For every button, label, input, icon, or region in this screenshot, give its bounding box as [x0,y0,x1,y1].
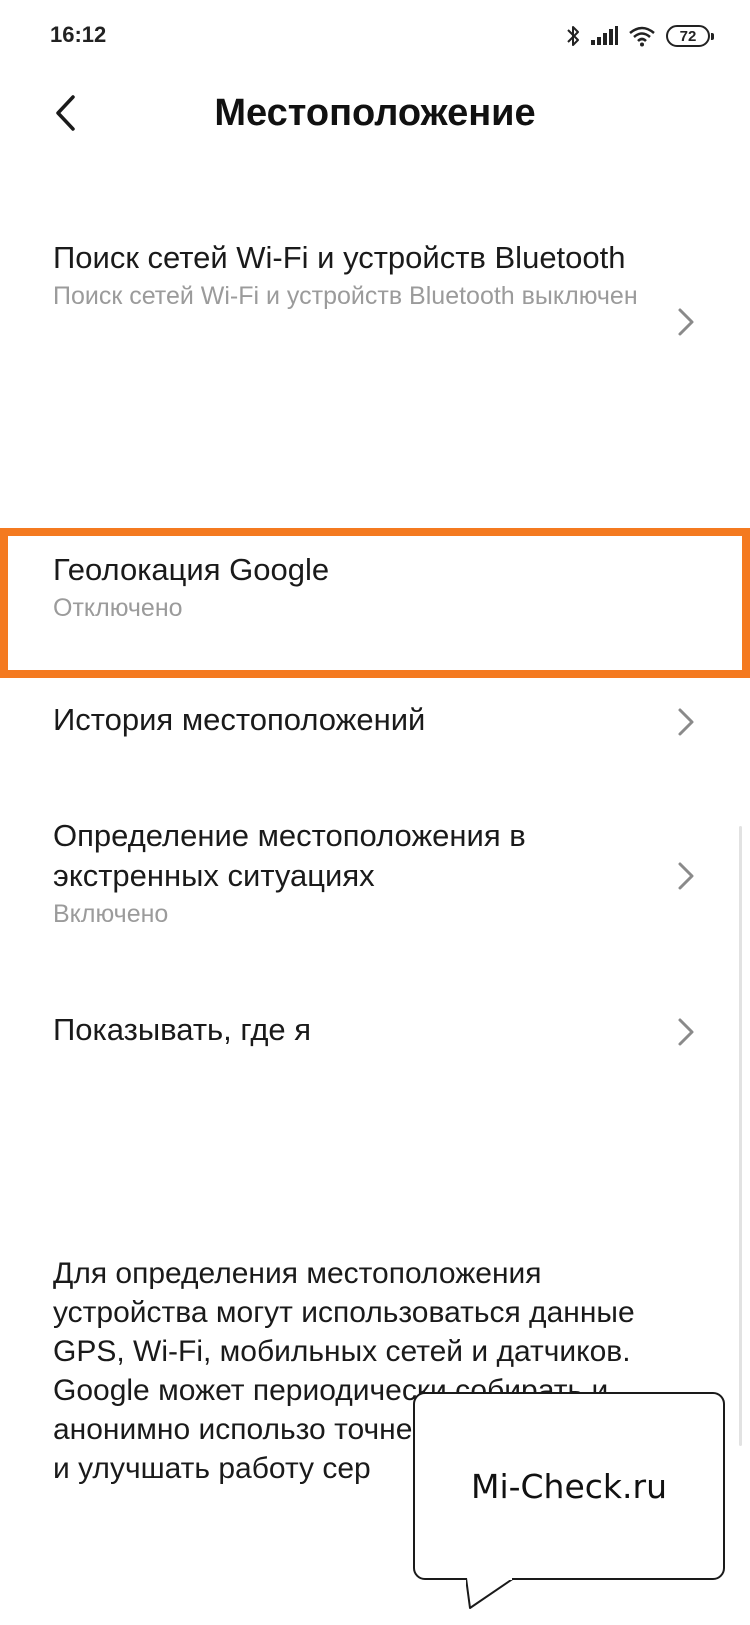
wifi-icon [628,25,656,47]
status-icons: 72 [566,22,714,50]
page-title: Местоположение [214,92,536,134]
item-subtitle: Включено [53,900,169,928]
bluetooth-icon [566,24,580,48]
chevron-right-icon [676,704,698,740]
scrollbar[interactable] [739,826,742,1446]
signal-icon [590,26,618,46]
list-item-google-location[interactable]: Геолокация Google Отключено [0,528,750,668]
list-item-show-where-i-am[interactable]: Показывать, где я [0,1010,750,1050]
item-title: Определение местоположения в экстренных … [53,818,526,893]
item-subtitle: Поиск сетей Wi-Fi и устройств Bluetooth … [53,282,638,310]
list-item-wifi-bluetooth-scan[interactable]: Поиск сетей Wi-Fi и устройств Bluetooth … [0,238,750,336]
list-item-emergency-location[interactable]: Определение местоположения в экстренных … [0,816,750,930]
item-subtitle: Отключено [53,594,183,622]
battery-level: 72 [679,27,697,45]
item-title: Геолокация Google [53,552,330,587]
item-title: История местоположений [53,702,426,737]
status-time: 16:12 [50,22,107,47]
watermark-callout: Mi-Check.ru [413,1392,725,1580]
watermark-callout-tail [466,1578,515,1609]
watermark-text: Mi-Check.ru [470,1466,668,1506]
chevron-right-icon [676,1014,698,1050]
item-title: Показывать, где я [53,1012,312,1047]
status-bar: 16:12 72 [0,0,750,70]
chevron-right-icon [676,858,698,894]
list-item-location-history[interactable]: История местоположений [0,700,750,740]
item-title: Поиск сетей Wi-Fi и устройств Bluetooth [53,240,626,275]
header: Местоположение [0,80,750,160]
chevron-right-icon [676,304,698,340]
battery-icon: 72 [666,25,714,47]
